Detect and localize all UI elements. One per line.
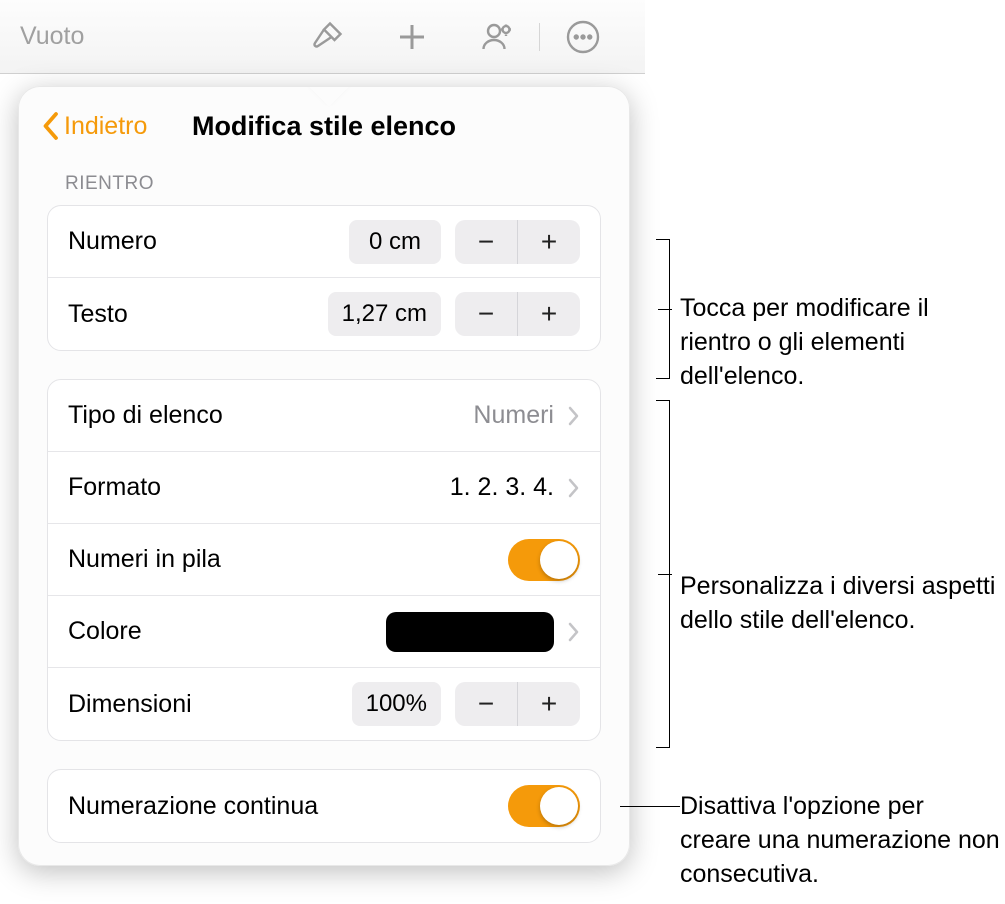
back-button[interactable]: Indietro	[41, 111, 147, 141]
chevron-right-icon	[568, 478, 580, 498]
dim-minus-button[interactable]: −	[455, 682, 517, 726]
app-toolbar: Vuoto	[0, 0, 645, 74]
row-colore[interactable]: Colore	[48, 596, 600, 668]
document-title: Vuoto	[20, 22, 84, 51]
style-group: Tipo di elenco Numeri Formato 1. 2. 3. 4…	[47, 379, 601, 741]
row-dimensioni: Dimensioni 100% − +	[48, 668, 600, 740]
row-tipo[interactable]: Tipo di elenco Numeri	[48, 380, 600, 452]
pila-toggle[interactable]	[508, 539, 580, 581]
continua-label: Numerazione continua	[68, 792, 494, 821]
tipo-label: Tipo di elenco	[68, 401, 459, 430]
row-testo: Testo 1,27 cm − +	[48, 278, 600, 350]
format-brush-button[interactable]	[284, 7, 369, 67]
numero-value[interactable]: 0 cm	[349, 220, 441, 264]
edit-list-style-popover: Indietro Modifica stile elenco RIENTRO N…	[18, 86, 630, 866]
back-label: Indietro	[64, 112, 147, 141]
callout-continua: Disattiva l'opzione per creare una numer…	[680, 790, 1000, 891]
tipo-value: Numeri	[473, 401, 554, 430]
testo-value[interactable]: 1,27 cm	[328, 292, 441, 336]
row-formato[interactable]: Formato 1. 2. 3. 4.	[48, 452, 600, 524]
numero-minus-button[interactable]: −	[455, 220, 517, 264]
pila-label: Numeri in pila	[68, 545, 494, 574]
row-pila: Numeri in pila	[48, 524, 600, 596]
testo-minus-button[interactable]: −	[455, 292, 517, 336]
dim-value[interactable]: 100%	[352, 682, 441, 726]
numero-stepper: − +	[455, 220, 580, 264]
numero-label: Numero	[68, 227, 335, 256]
more-button[interactable]	[540, 7, 625, 67]
popover-header: Indietro Modifica stile elenco	[19, 87, 629, 165]
dim-plus-button[interactable]: +	[518, 682, 580, 726]
row-continua: Numerazione continua	[48, 770, 600, 842]
row-numero: Numero 0 cm − +	[48, 206, 600, 278]
rientro-section-label: RIENTRO	[19, 165, 629, 205]
collaborate-button[interactable]	[454, 7, 539, 67]
callout-style: Personalizza i diversi aspetti dello sti…	[680, 570, 1000, 638]
dim-label: Dimensioni	[68, 690, 338, 719]
chevron-right-icon	[568, 406, 580, 426]
insert-plus-button[interactable]	[369, 7, 454, 67]
rientro-group: Numero 0 cm − + Testo 1,27 cm − +	[47, 205, 601, 351]
formato-value: 1. 2. 3. 4.	[450, 473, 554, 502]
numero-plus-button[interactable]: +	[518, 220, 580, 264]
testo-stepper: − +	[455, 292, 580, 336]
callout-rientro: Tocca per modificare il rientro o gli el…	[680, 292, 1000, 393]
colore-swatch	[386, 612, 554, 652]
continua-toggle[interactable]	[508, 785, 580, 827]
testo-plus-button[interactable]: +	[518, 292, 580, 336]
dim-stepper: − +	[455, 682, 580, 726]
formato-label: Formato	[68, 473, 436, 502]
continua-group: Numerazione continua	[47, 769, 601, 843]
testo-label: Testo	[68, 300, 314, 329]
chevron-right-icon	[568, 622, 580, 642]
colore-label: Colore	[68, 617, 372, 646]
